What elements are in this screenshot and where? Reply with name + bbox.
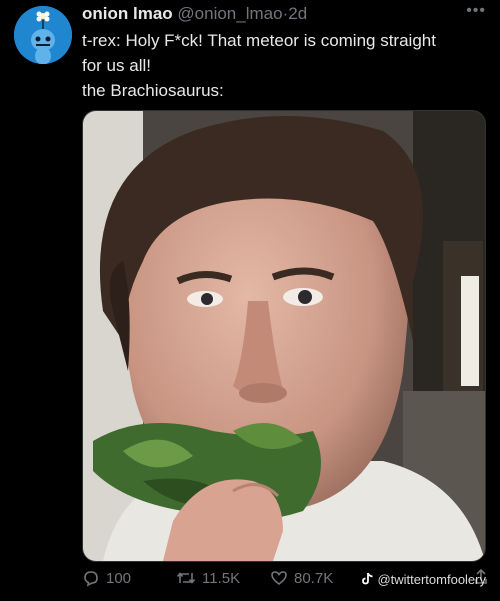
tweet-line: the Brachiosaurus: — [82, 81, 224, 100]
tweet-text: t-rex: Holy F*ck! That meteor is coming … — [82, 28, 484, 103]
more-options-icon[interactable]: ••• — [466, 2, 486, 20]
reply-count: 100 — [106, 569, 132, 587]
pikmin-avatar-icon — [14, 6, 72, 64]
like-count: 80.7K — [294, 569, 334, 587]
repost-button[interactable]: 11.5K — [176, 569, 240, 587]
tweet-line: t-rex: Holy F*ck! That meteor is coming … — [82, 31, 436, 50]
author-handle[interactable]: @onion_lmao — [177, 4, 282, 23]
like-button[interactable]: 80.7K — [270, 569, 333, 587]
tweet-header: onion lmao @onion_lmao·2d ••• — [82, 2, 486, 28]
repost-count: 11.5K — [202, 569, 241, 587]
tweet-image[interactable] — [82, 110, 486, 562]
photo-man-eating-leaves — [83, 111, 485, 561]
author-name[interactable]: onion lmao — [82, 4, 173, 23]
tiktok-icon — [361, 572, 373, 585]
repost-icon — [176, 572, 196, 584]
watermark-handle: @twittertomfoolery — [377, 572, 486, 587]
tweet-timestamp[interactable]: 2d — [288, 4, 307, 23]
avatar[interactable] — [14, 6, 72, 64]
heart-icon — [271, 571, 287, 585]
reply-icon — [84, 571, 98, 587]
reply-button[interactable]: 100 — [82, 569, 131, 587]
tiktok-watermark: @twittertomfoolery — [361, 572, 486, 587]
tweet-line: for us all! — [82, 56, 151, 75]
